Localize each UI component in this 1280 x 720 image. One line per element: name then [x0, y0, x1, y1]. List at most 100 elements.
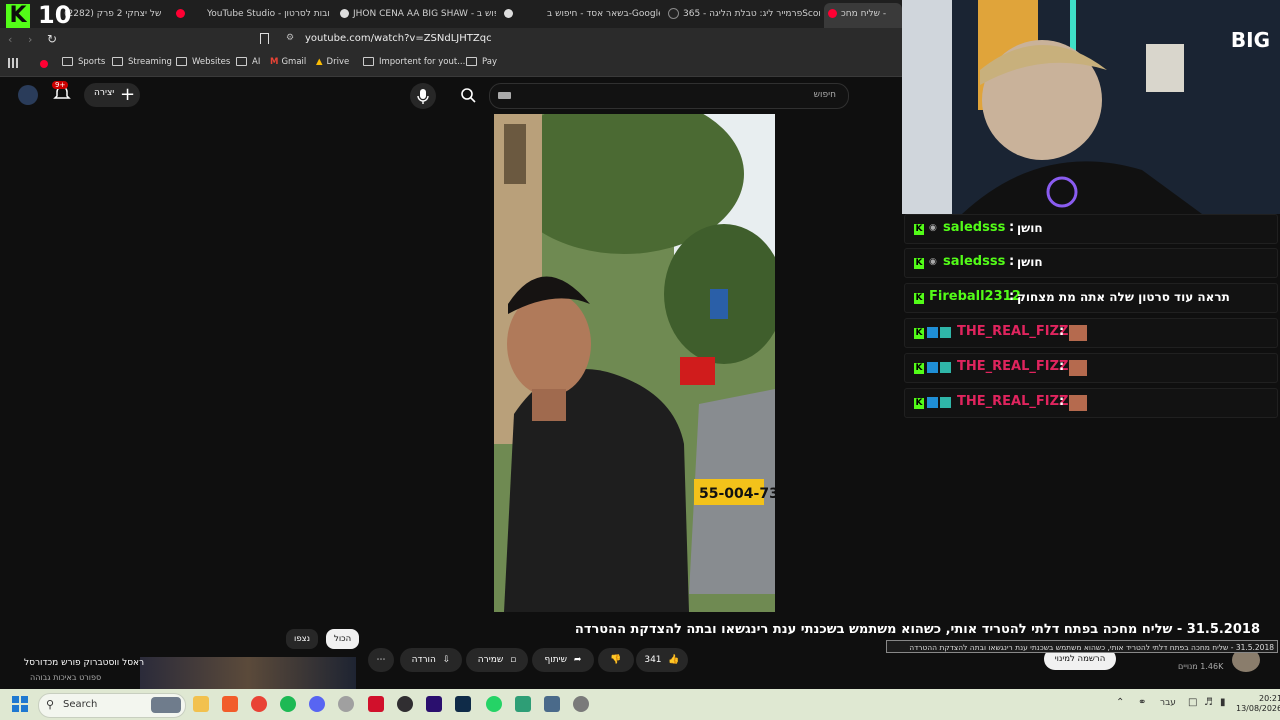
bookmark-label: Importent for yout... — [379, 57, 466, 67]
microphone-icon[interactable]: ⚭ — [1138, 697, 1146, 708]
bookmark-label: Drive — [326, 57, 350, 67]
chrome-icon[interactable] — [251, 696, 267, 712]
share-button[interactable]: שיתוף ➦ — [532, 648, 594, 672]
recommended-thumbnail[interactable] — [140, 657, 356, 689]
recommended-channel[interactable]: ספורט באיכות גבוהה — [30, 673, 101, 682]
bookmark-label: Gmail — [281, 57, 307, 67]
bookmark-label: AI — [252, 57, 261, 67]
kick-badge-icon: K — [914, 258, 924, 269]
chat-separator: : — [1059, 359, 1065, 374]
emote-icon — [1069, 395, 1087, 411]
chat-text: תראה עוד סרטון שלה אתה מת מצחוק — [1017, 290, 1230, 304]
like-button[interactable]: 341 👍 — [636, 648, 688, 672]
bookmark-sports[interactable]: Sports — [62, 57, 105, 67]
folder-icon — [363, 57, 374, 66]
video-player[interactable]: 55-004-73 — [494, 114, 775, 612]
video-frame: 55-004-73 — [494, 114, 775, 612]
download-icon: ⇩ — [442, 655, 451, 665]
notification-badge: 9+ — [52, 81, 69, 89]
browser-tab[interactable]: בשאר אסד - חיפוש ב-Google — [500, 5, 660, 23]
chevron-up-icon[interactable]: ⌃ — [1116, 697, 1124, 708]
app-red-icon[interactable] — [368, 696, 384, 712]
site-info-icon[interactable]: ⚙ — [286, 33, 294, 43]
language-indicator[interactable]: עבר — [1160, 698, 1176, 708]
browser-tab-active[interactable]: שליח מחכ - — [824, 3, 902, 28]
save-button[interactable]: שמירה ▫ — [466, 648, 528, 672]
keyboard-icon[interactable] — [498, 92, 511, 99]
dislike-button[interactable]: 👎 — [598, 648, 634, 672]
chat-message: K THE_REAL_FIZZ : — [904, 388, 1278, 418]
forward-icon[interactable]: › — [28, 33, 32, 46]
thumbs-down-icon: 👎 — [610, 655, 622, 665]
browser-tab[interactable]: YouTube Studio - תגובות לסרטון — [172, 5, 330, 23]
browser-tab[interactable]: JHON CENA AA BIG SHAW - חיפוש ב — [336, 5, 496, 23]
browser-tab[interactable]: פרמייר ליג: טבלת הליגה - 365Scores — [664, 5, 820, 23]
speaker-badge-icon: ◉ — [929, 223, 937, 233]
kick-badge-icon: K — [914, 224, 924, 235]
voice-search-button[interactable] — [410, 83, 436, 109]
browser-tab[interactable]: (2282) בגג של יצחקי 2 פרק — [64, 5, 164, 23]
bookmark-drive[interactable]: ▲ Drive — [316, 57, 349, 67]
youtube-icon — [828, 9, 837, 18]
filter-chip-watched[interactable]: נצפו — [286, 629, 319, 649]
avatar[interactable] — [18, 85, 38, 105]
bookmark-websites[interactable]: Websites — [176, 57, 230, 67]
recommended-title[interactable]: ראסל ווסטברוק פורש מכדורסל — [24, 658, 144, 668]
bookmark-streaming[interactable]: Streaming — [112, 57, 172, 67]
chat-text: חושן — [1017, 221, 1043, 235]
search-button[interactable] — [448, 83, 488, 107]
more-actions-button[interactable]: ⋯ — [368, 648, 394, 672]
back-icon[interactable]: ‹ — [8, 33, 12, 46]
title-tooltip: 31.5.2018 - שליח מחכה בפתח דלתי להטריד א… — [886, 640, 1278, 653]
chat-separator: : — [1059, 394, 1065, 409]
create-label: יצירה — [94, 88, 115, 98]
apps-grid-icon[interactable] — [8, 58, 18, 68]
webcam-feed: BIG — [902, 0, 1280, 214]
bookmark-pay[interactable]: Pay — [466, 57, 497, 67]
create-button[interactable]: יצירה + — [84, 83, 140, 107]
reload-icon[interactable]: ↻ — [47, 32, 57, 46]
battery-icon[interactable]: ▮ — [1220, 697, 1226, 708]
windows-start-icon[interactable] — [12, 696, 28, 712]
folder-icon — [466, 57, 477, 66]
notepad-icon[interactable] — [515, 696, 531, 712]
taskbar-search[interactable]: ⚲ Search — [38, 693, 186, 718]
download-button[interactable]: הורדה ⇩ — [400, 648, 462, 672]
save-label: שמירה — [477, 655, 504, 665]
chat-username: THE_REAL_FIZZ — [957, 324, 1069, 339]
brave-icon[interactable] — [222, 696, 238, 712]
search-input[interactable]: חיפוש — [489, 83, 849, 109]
calculator-icon[interactable] — [544, 696, 560, 712]
download-label: הורדה — [411, 655, 436, 665]
kick-badge-icon: K — [914, 293, 924, 304]
bookmark-icon[interactable] — [260, 33, 269, 44]
network-icon[interactable]: □ — [1188, 697, 1197, 708]
clock[interactable]: 20:21 13/08/2026 — [1236, 694, 1280, 714]
filter-chip-all[interactable]: הכול — [326, 629, 360, 649]
kick-badge-icon: K — [914, 328, 924, 339]
bookmark-importent[interactable]: Importent for yout... — [363, 57, 465, 67]
bookmark-ai[interactable]: AI — [236, 57, 260, 67]
url-field[interactable]: youtube.com/watch?v=ZSNdLJHTZqc — [305, 33, 492, 44]
tab-label: פרמייר ליג: טבלת הליגה - 365Scores — [683, 9, 820, 19]
photoshop-icon[interactable] — [455, 696, 471, 712]
youtube-icon[interactable] — [40, 60, 48, 68]
chat-text: חושן — [1017, 255, 1043, 269]
settings-icon[interactable] — [573, 696, 589, 712]
whatsapp-icon[interactable] — [486, 696, 502, 712]
chat-message: K ◉ saledsss : חושן — [904, 214, 1278, 244]
discord-icon[interactable] — [309, 696, 325, 712]
subscriber-badge-icon — [927, 397, 938, 408]
bookmark-gmail[interactable]: M Gmail — [270, 57, 306, 67]
volume-icon[interactable]: ♬ — [1204, 697, 1213, 708]
google-icon — [504, 9, 513, 18]
obs-icon[interactable] — [397, 696, 413, 712]
plate-text: 55-004-73 — [699, 486, 775, 502]
file-explorer-icon[interactable] — [193, 696, 209, 712]
premiere-icon[interactable] — [426, 696, 442, 712]
chat-username: saledsss — [943, 254, 1006, 269]
thumbs-up-icon: 👍 — [668, 655, 680, 665]
notifications-button[interactable]: 9+ — [52, 81, 72, 104]
spotify-icon[interactable] — [280, 696, 296, 712]
settings-gear-icon[interactable] — [338, 696, 354, 712]
